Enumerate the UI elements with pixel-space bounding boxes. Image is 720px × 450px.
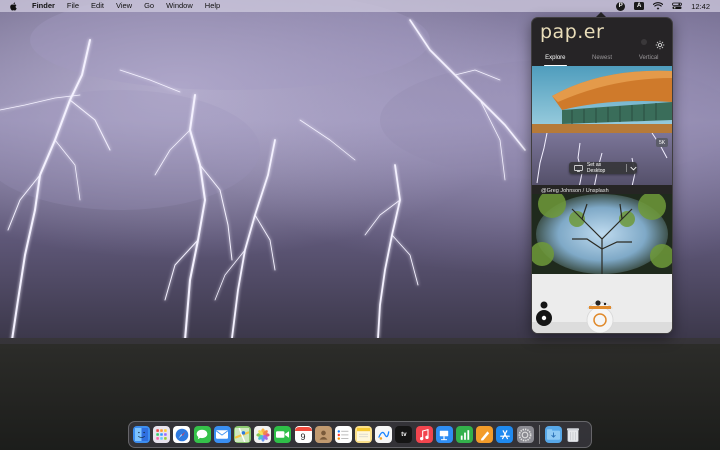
- feed-tabs: Explore Newest Vertical: [532, 52, 672, 66]
- popover-header: pap.er: [532, 18, 672, 51]
- settings-gear-icon[interactable]: [655, 37, 665, 50]
- paper-popover: pap.er Explore Newest Vertical 5K Set as…: [531, 17, 673, 334]
- dock-facetime-icon[interactable]: [274, 426, 292, 443]
- menu-app-finder[interactable]: Finder: [26, 0, 61, 12]
- dock-numbers-icon[interactable]: [456, 426, 473, 443]
- dock-reminders-icon[interactable]: [334, 426, 352, 443]
- control-center-icon[interactable]: [672, 0, 683, 12]
- input-source-icon[interactable]: A: [634, 0, 645, 12]
- tab-vertical[interactable]: Vertical: [625, 52, 672, 66]
- menu-edit[interactable]: Edit: [85, 0, 110, 12]
- menu-bar: Finder File Edit View Go Window Help P A…: [0, 0, 720, 12]
- dock-safari-icon[interactable]: [173, 426, 191, 443]
- wallpaper-card-architecture[interactable]: [532, 66, 672, 133]
- dock-messages-icon[interactable]: [193, 426, 211, 443]
- menu-help[interactable]: Help: [199, 0, 226, 12]
- menu-go[interactable]: Go: [138, 0, 160, 12]
- paper-status-label: P: [616, 1, 626, 11]
- dock-system-settings-icon[interactable]: [516, 426, 534, 443]
- dock-launchpad-icon[interactable]: [153, 426, 171, 443]
- menu-window[interactable]: Window: [160, 0, 199, 12]
- paper-status-icon[interactable]: P: [616, 0, 626, 12]
- wallpaper-card-lightning[interactable]: 5K Set as Desktop @Greg Johnson / Unspla…: [532, 133, 672, 194]
- set-as-desktop-button[interactable]: Set as Desktop: [569, 162, 637, 174]
- paper-logo: pap.er: [540, 21, 605, 43]
- wallpaper-card-tree[interactable]: [532, 194, 672, 274]
- menu-view[interactable]: View: [110, 0, 138, 12]
- dock: 9 tv: [128, 421, 592, 448]
- dock-photos-icon[interactable]: [254, 426, 272, 443]
- monitor-icon: [574, 164, 583, 172]
- apple-tv-label: tv: [401, 431, 407, 438]
- status-dot-icon: [641, 39, 647, 45]
- menu-clock[interactable]: 12:42: [691, 2, 710, 11]
- menu-file[interactable]: File: [61, 0, 85, 12]
- dock-notes-icon[interactable]: [355, 426, 373, 443]
- dock-downloads-folder-icon[interactable]: [544, 426, 562, 443]
- tab-newest[interactable]: Newest: [579, 52, 626, 66]
- input-source-label: A: [634, 2, 645, 10]
- wallpaper-card-bb8[interactable]: [532, 274, 672, 333]
- tab-explore[interactable]: Explore: [532, 52, 579, 66]
- dock-app-store-icon[interactable]: [496, 426, 514, 443]
- chevron-down-icon[interactable]: [630, 166, 637, 171]
- wallpaper-feed: 5K Set as Desktop @Greg Johnson / Unspla…: [532, 66, 672, 333]
- dock-pages-icon[interactable]: [476, 426, 494, 443]
- dock-mail-icon[interactable]: [213, 426, 231, 443]
- dock-contacts-icon[interactable]: [314, 426, 332, 443]
- dock-freeform-icon[interactable]: [375, 426, 393, 443]
- dock-maps-icon[interactable]: [233, 426, 251, 443]
- apple-icon[interactable]: [9, 1, 19, 11]
- dock-finder-icon[interactable]: [133, 426, 150, 443]
- dock-trash-icon[interactable]: [565, 426, 582, 443]
- dock-calendar-icon[interactable]: 9: [294, 426, 312, 443]
- resolution-badge: 5K: [656, 138, 668, 147]
- wifi-icon[interactable]: [653, 0, 664, 12]
- button-divider: [625, 164, 627, 172]
- dock-keynote-icon[interactable]: [435, 426, 453, 443]
- calendar-day: 9: [300, 431, 306, 442]
- dock-separator: [538, 425, 540, 444]
- dock-music-icon[interactable]: [415, 426, 433, 443]
- dock-apple-tv-icon[interactable]: tv: [395, 426, 413, 443]
- set-as-desktop-label: Set as Desktop: [586, 162, 606, 174]
